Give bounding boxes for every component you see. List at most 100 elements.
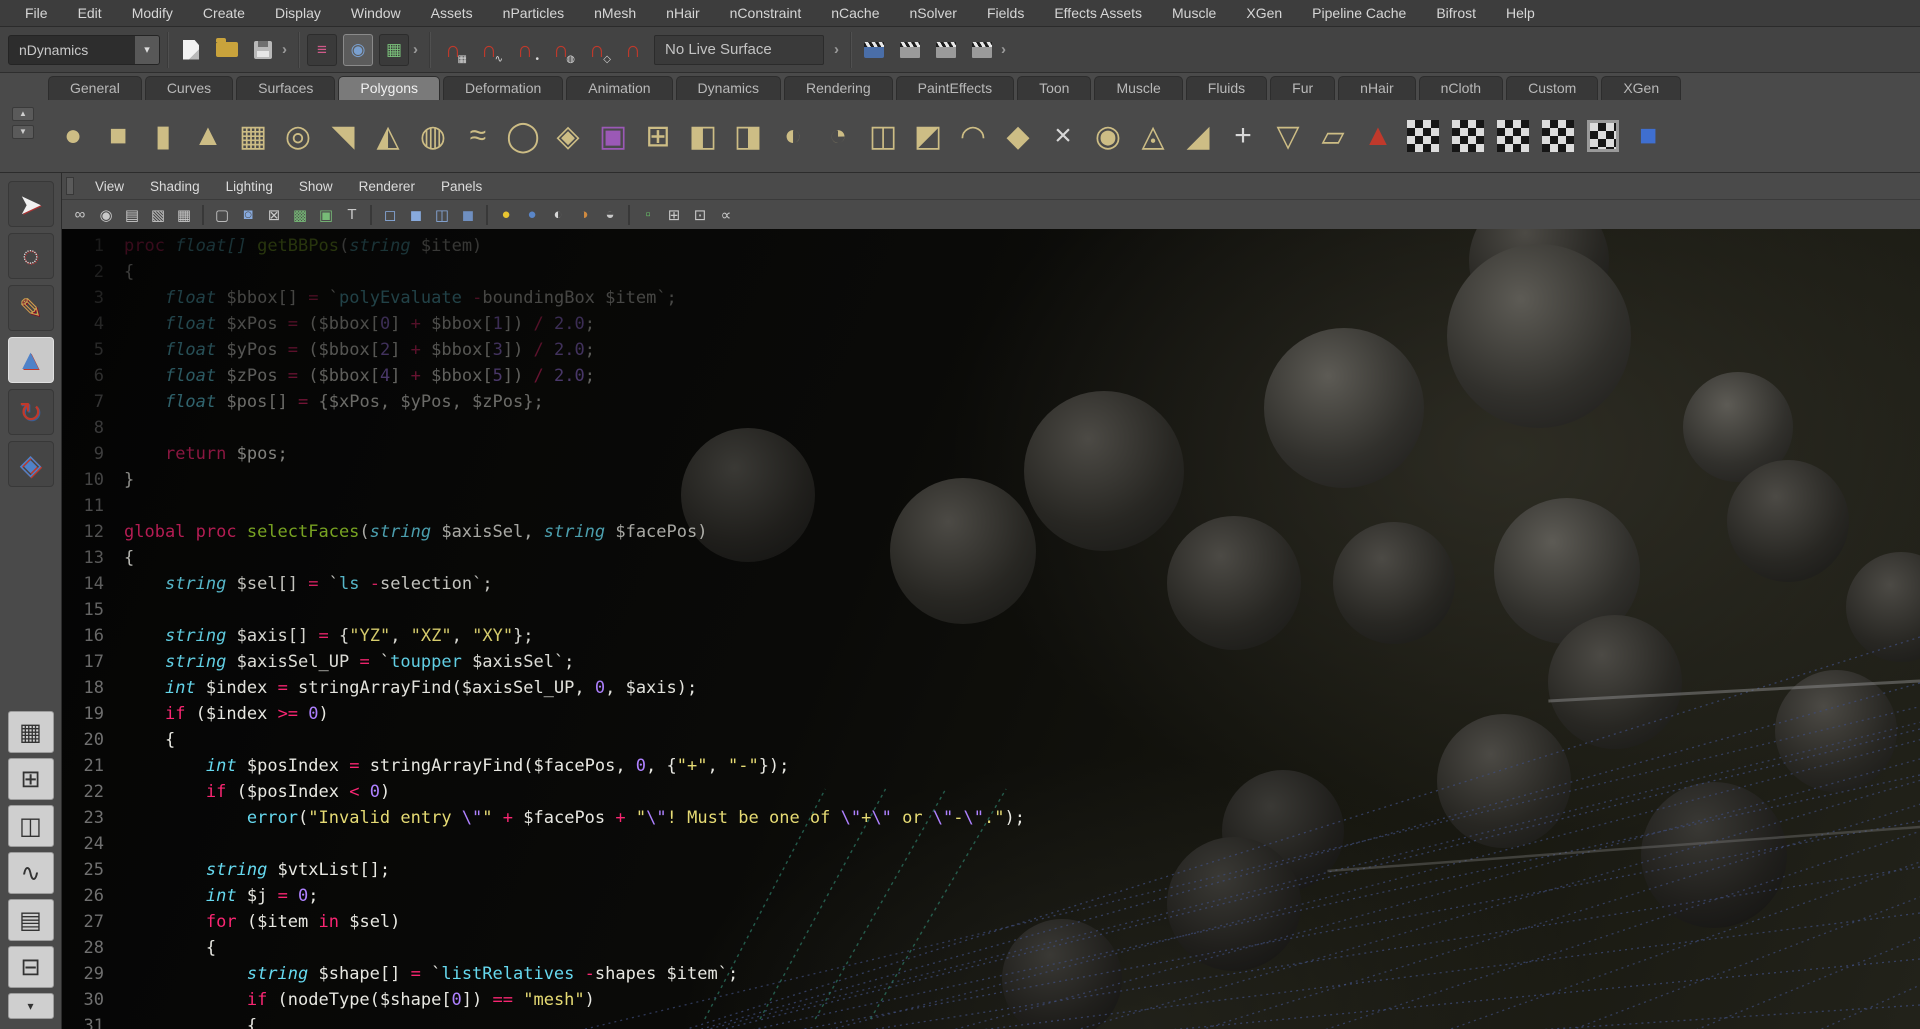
shelf-tab-fur[interactable]: Fur [1270, 76, 1335, 100]
shelf-tab-muscle[interactable]: Muscle [1094, 76, 1182, 100]
snap-to-point-button[interactable]: ∩• [510, 34, 540, 66]
menu-create[interactable]: Create [188, 5, 260, 21]
layout-single-perspective-button[interactable]: ▦ [8, 711, 54, 753]
select-component-button[interactable]: ▦ [379, 34, 409, 66]
poly-reduce-icon[interactable]: ▽ [1267, 115, 1309, 157]
poly-multi-cut-icon[interactable]: × [1042, 115, 1084, 157]
uv-editor-icon[interactable] [1582, 115, 1624, 157]
poly-type-icon[interactable]: ▣ [592, 115, 634, 157]
poly-poke-icon[interactable]: + [1222, 115, 1264, 157]
layout-perspective-uv-button[interactable]: ⊟ [8, 946, 54, 988]
shelf-tab-curves[interactable]: Curves [145, 76, 233, 100]
layout-perspective-graph-button[interactable]: ∿ [8, 852, 54, 894]
menu-edit[interactable]: Edit [63, 5, 117, 21]
poly-extract-icon[interactable]: ◨ [727, 115, 769, 157]
poly-quad-draw-icon[interactable]: ▱ [1312, 115, 1354, 157]
shelf-tab-dynamics[interactable]: Dynamics [676, 76, 781, 100]
poly-pyramid-icon[interactable]: ◭ [367, 115, 409, 157]
poly-mirror-icon[interactable]: ◫ [862, 115, 904, 157]
menu-set-selector[interactable]: nDynamics ▾ [8, 35, 160, 65]
move-tool[interactable]: ▲ [8, 337, 54, 383]
paint-select-tool[interactable]: ✎ [8, 285, 54, 331]
layout-outliner-perspective-button[interactable]: ◫ [8, 805, 54, 847]
menu-ncache[interactable]: nCache [816, 5, 894, 21]
group-collapse-icon[interactable]: › [282, 41, 287, 58]
textured-sphere-icon[interactable]: ◑ [572, 203, 596, 227]
poly-separate-icon[interactable]: ◧ [682, 115, 724, 157]
menu-fields[interactable]: Fields [972, 5, 1039, 21]
snap-to-projected-center-button[interactable]: ∩◍ [546, 34, 576, 66]
menu-nconstraint[interactable]: nConstraint [715, 5, 817, 21]
shelf-tab-animation[interactable]: Animation [566, 76, 672, 100]
field-chart-icon[interactable]: ▩ [288, 203, 312, 227]
poly-boolean-icon[interactable]: ◐ [772, 115, 814, 157]
image-plane-icon[interactable]: ▧ [146, 203, 170, 227]
plugin-shapes-icon[interactable]: ⊞ [662, 203, 686, 227]
snap-to-curve-button[interactable]: ∩∿ [474, 34, 504, 66]
panel-grip[interactable] [66, 177, 74, 195]
shelf-tab-custom[interactable]: Custom [1506, 76, 1598, 100]
render-settings-button[interactable] [967, 34, 997, 66]
shelf-tab-polygons[interactable]: Polygons [338, 76, 440, 100]
menu-display[interactable]: Display [260, 5, 336, 21]
resolution-gate-icon[interactable]: ◙ [236, 203, 260, 227]
group-collapse-icon[interactable]: › [834, 41, 839, 58]
scale-tool[interactable]: ◈ [8, 441, 54, 487]
menu-bifrost[interactable]: Bifrost [1421, 5, 1491, 21]
xray-mode-icon[interactable]: ◒ [598, 203, 622, 227]
viewport-cube-icon[interactable]: ⊡ [688, 203, 712, 227]
poly-torus-icon[interactable]: ◎ [277, 115, 319, 157]
panel-menu-renderer[interactable]: Renderer [346, 179, 428, 194]
shelf-tab-painteffects[interactable]: PaintEffects [896, 76, 1014, 100]
poly-plane-icon[interactable]: ▦ [232, 115, 274, 157]
menu-file[interactable]: File [10, 5, 63, 21]
layout-more-button[interactable]: ▾ [8, 993, 54, 1019]
layout-hypershade-perspective-button[interactable]: ▤ [8, 899, 54, 941]
layout-four-view-button[interactable]: ⊞ [8, 758, 54, 800]
ipr-render-button[interactable] [931, 34, 961, 66]
panel-menu-panels[interactable]: Panels [428, 179, 495, 194]
save-scene-button[interactable] [248, 34, 278, 66]
shelf-prev-button[interactable]: ▲ [12, 107, 34, 121]
render-current-frame-button[interactable] [895, 34, 925, 66]
shadows-icon[interactable]: ● [520, 203, 544, 227]
poly-target-weld-icon[interactable]: ◉ [1087, 115, 1129, 157]
shelf-tab-fluids[interactable]: Fluids [1186, 76, 1267, 100]
poly-cylinder-icon[interactable]: ▮ [142, 115, 184, 157]
poly-prism-icon[interactable]: ◥ [322, 115, 364, 157]
select-hierarchy-button[interactable]: ≡ [307, 34, 337, 66]
poly-bevel-icon[interactable]: ◆ [997, 115, 1039, 157]
open-scene-button[interactable] [212, 34, 242, 66]
shelf-tab-surfaces[interactable]: Surfaces [236, 76, 335, 100]
shelf-tab-rendering[interactable]: Rendering [784, 76, 893, 100]
poly-helix-icon[interactable]: ≈ [457, 115, 499, 157]
poly-cube-icon[interactable]: ■ [97, 115, 139, 157]
menu-nhair[interactable]: nHair [651, 5, 714, 21]
poly-combine-icon[interactable]: ⊞ [637, 115, 679, 157]
chevron-down-icon[interactable]: ▾ [135, 36, 159, 64]
all-lights-icon[interactable]: ◼ [456, 203, 480, 227]
menu-modify[interactable]: Modify [117, 5, 188, 21]
viewport-scene[interactable]: 1proc float[] getBBPos(string $item)2{3 … [62, 229, 1920, 1029]
select-tool[interactable]: ➤ [8, 181, 54, 227]
poly-soccer-ball-icon[interactable]: ◯ [502, 115, 544, 157]
poly-smooth-icon[interactable]: ◔ [817, 115, 859, 157]
poly-platonic-solid-icon[interactable]: ◈ [547, 115, 589, 157]
poly-pipe-icon[interactable]: ◍ [412, 115, 454, 157]
menu-nparticles[interactable]: nParticles [488, 5, 579, 21]
poly-wedge-icon[interactable]: ◢ [1177, 115, 1219, 157]
menu-assets[interactable]: Assets [416, 5, 488, 21]
textured-mode-icon[interactable]: ◫ [430, 203, 454, 227]
snap-to-view-plane-button[interactable]: ∩◇ [582, 34, 612, 66]
panel-menu-view[interactable]: View [82, 179, 137, 194]
lasso-select-tool[interactable]: ◌ [8, 233, 54, 279]
group-collapse-icon[interactable]: › [413, 41, 418, 58]
make-live-button[interactable]: ∩ [618, 34, 648, 66]
live-surface-field[interactable]: No Live Surface [654, 35, 824, 65]
shelf-tab-general[interactable]: General [48, 76, 142, 100]
panel-menu-show[interactable]: Show [286, 179, 346, 194]
share-view-icon[interactable]: ∝ [714, 203, 738, 227]
panel-menu-shading[interactable]: Shading [137, 179, 213, 194]
group-collapse-icon[interactable]: › [1001, 41, 1006, 58]
menu-help[interactable]: Help [1491, 5, 1550, 21]
